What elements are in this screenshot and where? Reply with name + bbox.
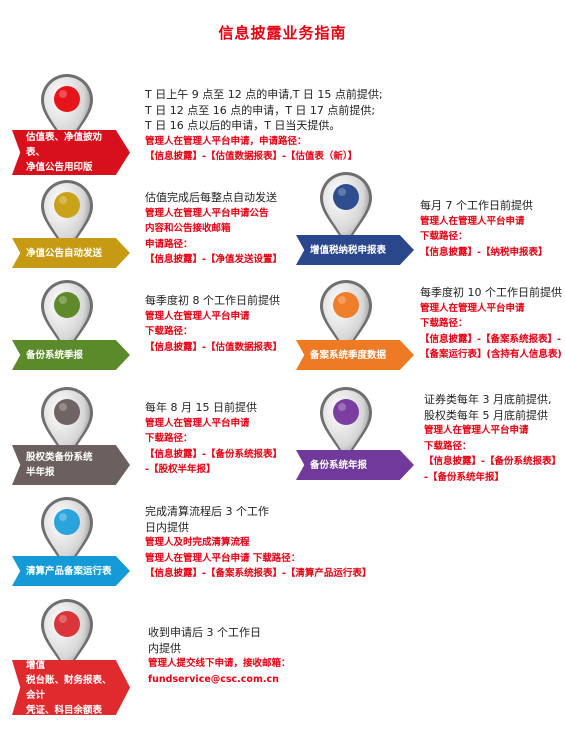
category-tag: 其他估值材料（例如增值 税台账、财务报表、会计 凭证、科目余额表等） bbox=[12, 660, 130, 715]
instruction-line: 【信息披露】-【净值发送设置】 bbox=[145, 254, 282, 265]
description-block: 每季度初 10 个工作日前提供 管理人在管理人平台申请 下载路径： 【信息披露】-【备… bbox=[420, 285, 562, 363]
instruction-line: 【信息披露】-【备案系统报表】- bbox=[420, 333, 561, 345]
description-block: 每季度初 8 个工作日前提供 管理人在管理人平台申请 下载路径： 【信息披露】-【估值… bbox=[145, 293, 282, 355]
tag-label-line: 凭证、科目余额表等） bbox=[26, 704, 103, 731]
category-tag: 备份系统年报 bbox=[296, 450, 414, 480]
instruction-line: 下载路径： bbox=[424, 440, 472, 452]
deadline-line: 证券类每年 3 月底前提供, bbox=[424, 393, 552, 406]
category-tag: 股权类备份系统 半年报 bbox=[12, 445, 130, 485]
description-block: 估值完成后每整点自动发送 管理人在管理人平台申请公告 内容和公告接收邮箱 申请路径： 【… bbox=[145, 190, 282, 268]
tag-label-line: 备份系统季报 bbox=[26, 349, 84, 361]
category-tag: 备份系统季报 bbox=[12, 340, 130, 370]
deadline-line: 每季度初 8 个工作日前提供 bbox=[145, 294, 280, 307]
deadline-line: 每季度初 10 个工作日前提供 bbox=[420, 286, 562, 299]
tag-label: 增值税纳税申报表 bbox=[310, 243, 386, 258]
tag-label-line: 估值表、净值披劝表、 bbox=[26, 132, 103, 158]
deadline-line: 每月 7 个工作日前提供 bbox=[420, 199, 533, 212]
deadline-line: 股权类每年 5 月底前提供 bbox=[424, 408, 548, 422]
instruction-line: 管理人提交线下申请，接收邮箱： bbox=[148, 658, 291, 669]
deadline-line: T 日 16 点以后的申请，T 日当天提供。 bbox=[145, 119, 341, 132]
category-tag: 估值表、净值披劝表、净值公告用印版 bbox=[12, 130, 130, 175]
tag-label-line: 备份系统年报 bbox=[310, 459, 368, 471]
tag-label-line: 股权类备份系统 bbox=[26, 452, 93, 463]
description-block: 每年 8 月 15 日前提供 管理人在管理人平台申请 下载路径： 【信息披露】-【备份… bbox=[145, 400, 282, 478]
instruction-line: 【信息披露】-【估值数据报表】 bbox=[145, 341, 282, 353]
tag-label-line: 净值公告用印版 bbox=[26, 162, 93, 173]
instruction-line: -【股权半年报】 bbox=[145, 464, 216, 475]
instruction-line: 【备案运行表】(含持有人信息表) bbox=[420, 349, 562, 360]
tag-label: 估值表、净值披劝表、净值公告用印版 bbox=[26, 130, 114, 175]
instruction-line: 【信息披露】-【纳税申报表】 bbox=[420, 246, 548, 258]
description-block: 完成清算流程后 3 个工作 日内提供管理人及时完成清算流程管理人在管理人平台申请 … bbox=[145, 504, 371, 582]
description-block: 证券类每年 3 月底前提供, 股权类每年 5 月底前提供 管理人在管理人平台申请 下载… bbox=[424, 392, 561, 485]
tag-label-line: 增值税纳税申报表 bbox=[310, 244, 387, 256]
category-tag: 净值公告自动发送 bbox=[12, 238, 130, 268]
tag-label: 备案系统季度数据 bbox=[310, 348, 386, 363]
instruction-line: 下载路径： bbox=[420, 318, 468, 329]
tag-label: 股权类备份系统 半年报 bbox=[26, 450, 93, 480]
instruction-line: 【信息披露】-【估值数据报表】-【估值表（新）】 bbox=[145, 151, 358, 162]
instruction-line: 【信息披露】-【备份系统报表】 bbox=[145, 448, 282, 460]
instruction-line: 管理人在管理人平台申请公告 bbox=[145, 207, 269, 219]
category-tag: 备案系统季度数据 bbox=[296, 340, 414, 370]
instruction-line: fundservice@csc.com.cn bbox=[148, 673, 279, 685]
instruction-line: 管理人在管理人平台申请 bbox=[420, 302, 525, 314]
instruction-line: 下载路径： bbox=[145, 326, 193, 337]
tag-label-line: 净值公告自动发送 bbox=[26, 247, 103, 259]
tag-label-line: 清算产品备案运行表 bbox=[26, 565, 112, 577]
instruction-line: 管理人在管理人平台申请，申请路径： bbox=[145, 135, 307, 147]
instruction-line: 内容和公告接收邮箱 bbox=[145, 223, 231, 234]
deadline-line: 完成清算流程后 3 个工作 bbox=[145, 505, 269, 518]
tag-label: 清算产品备案运行表 bbox=[26, 564, 112, 579]
tag-label-line: 半年报 bbox=[26, 467, 55, 478]
instruction-line: 管理人在管理人平台申请 bbox=[420, 215, 525, 227]
tag-label: 备份系统年报 bbox=[310, 458, 367, 473]
page-title: 信息披露业务指南 bbox=[218, 24, 347, 42]
tag-label: 备份系统季报 bbox=[26, 348, 83, 363]
deadline-line: T 日 12 点至 16 点的申请，T 日 17 点前提供; bbox=[145, 103, 376, 117]
tag-label: 净值公告自动发送 bbox=[26, 246, 102, 261]
instruction-line: -【备份系统年报】 bbox=[424, 471, 504, 483]
deadline-line: 估值完成后每整点自动发送 bbox=[145, 191, 277, 204]
tag-label-line: 税台账、财务报表、会计 bbox=[26, 674, 112, 701]
deadline-line: 每年 8 月 15 日前提供 bbox=[145, 401, 257, 414]
tag-label-line: 备案系统季度数据 bbox=[310, 349, 387, 361]
description-block: 每月 7 个工作日前提供 管理人在管理人平台申请 下载路径： 【信息披露】-【纳税申报… bbox=[420, 198, 547, 260]
deadline-line: 内提供 bbox=[148, 641, 181, 655]
deadline-line: 日内提供 bbox=[145, 520, 189, 534]
deadline-line: T 日上午 9 点至 12 点的申请,T 日 15 点前提供; bbox=[145, 88, 383, 101]
description-block: 收到申请后 3 个工作日 内提供管理人提交线下申请，接收邮箱： fundservic… bbox=[148, 625, 291, 687]
instruction-line: 下载路径： bbox=[145, 433, 193, 444]
instruction-line: 管理人及时完成清算流程 bbox=[145, 537, 250, 548]
deadline-line: 收到申请后 3 个工作日 bbox=[148, 626, 261, 639]
category-tag: 清算产品备案运行表 bbox=[12, 556, 130, 586]
category-tag: 增值税纳税申报表 bbox=[296, 235, 414, 265]
instruction-line: 【信息披露】-【备案系统报表】-【清算产品运行表】 bbox=[145, 568, 372, 579]
instruction-line: 管理人在管理人平台申请 bbox=[424, 425, 529, 436]
instruction-line: 管理人在管理人平台申请 bbox=[145, 417, 250, 429]
instruction-line: 下载路径： bbox=[420, 231, 468, 242]
description-block: T 日上午 9 点至 12 点的申请,T 日 15 点前提供; T 日 12 点至… bbox=[145, 87, 383, 165]
instruction-line: 【信息披露】-【备份系统报表】 bbox=[424, 456, 561, 467]
instruction-line: 申请路径： bbox=[145, 238, 193, 250]
instruction-line: 管理人在管理人平台申请 下载路径： bbox=[145, 552, 301, 564]
instruction-line: 管理人在管理人平台申请 bbox=[145, 310, 250, 322]
